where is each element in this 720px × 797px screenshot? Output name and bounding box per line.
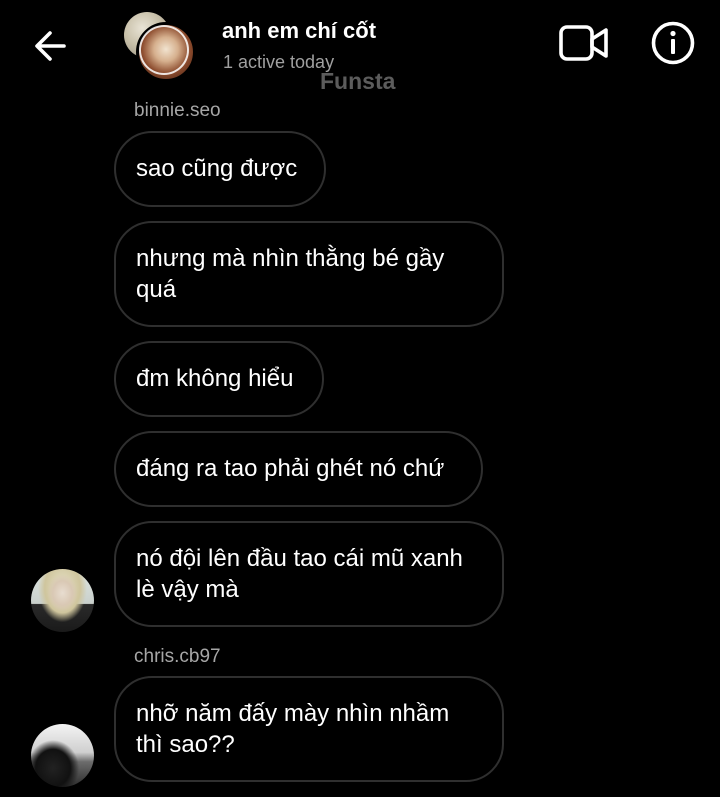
message-text: nhưng mà nhìn thằng bé gầy: [136, 245, 445, 272]
message-bubble[interactable]: nhỡ năm đấy mày nhìn nhầm thì sao??: [114, 676, 504, 782]
message-bubble[interactable]: nhưng mà nhìn thằng bé gầy quá: [114, 221, 504, 327]
message-text: lè vậy mà: [136, 576, 239, 603]
message-text: đáng ra tao phải ghét nó chứ: [136, 455, 445, 482]
message-text: nhỡ năm đấy mày nhìn nhầm: [136, 700, 450, 727]
message-bubble[interactable]: sao cũng được: [114, 131, 326, 207]
message-bubble[interactable]: đáng ra tao phải ghét nó chứ: [114, 431, 483, 507]
message-bubble[interactable]: đm không hiểu: [114, 341, 324, 417]
message-text: sao cũng được: [136, 155, 298, 182]
video-camera-icon: [559, 25, 608, 61]
sender-name: binnie.seo: [134, 100, 221, 121]
chat-header: anh em chí cốt 1 active today Funsta: [0, 0, 720, 94]
watermark: Funsta: [320, 68, 396, 94]
group-avatar[interactable]: [124, 12, 196, 82]
message-text: thì sao??: [136, 731, 235, 758]
info-button[interactable]: [650, 20, 696, 66]
back-button[interactable]: [30, 26, 70, 66]
sender-name: chris.cb97: [134, 646, 221, 667]
message-text: đm không hiểu: [136, 365, 294, 392]
message-text: quá: [136, 276, 177, 303]
arrow-left-icon: [35, 31, 66, 61]
chat-title[interactable]: anh em chí cốt: [222, 18, 376, 44]
message-text: nó đội lên đầu tao cái mũ xanh: [136, 545, 463, 572]
active-status: 1 active today: [223, 52, 335, 72]
message-bubble[interactable]: nó đội lên đầu tao cái mũ xanh lè vậy mà: [114, 521, 504, 627]
avatar[interactable]: [31, 569, 94, 632]
avatar[interactable]: [31, 724, 94, 787]
info-icon: [651, 21, 695, 65]
video-call-button[interactable]: [558, 22, 610, 64]
